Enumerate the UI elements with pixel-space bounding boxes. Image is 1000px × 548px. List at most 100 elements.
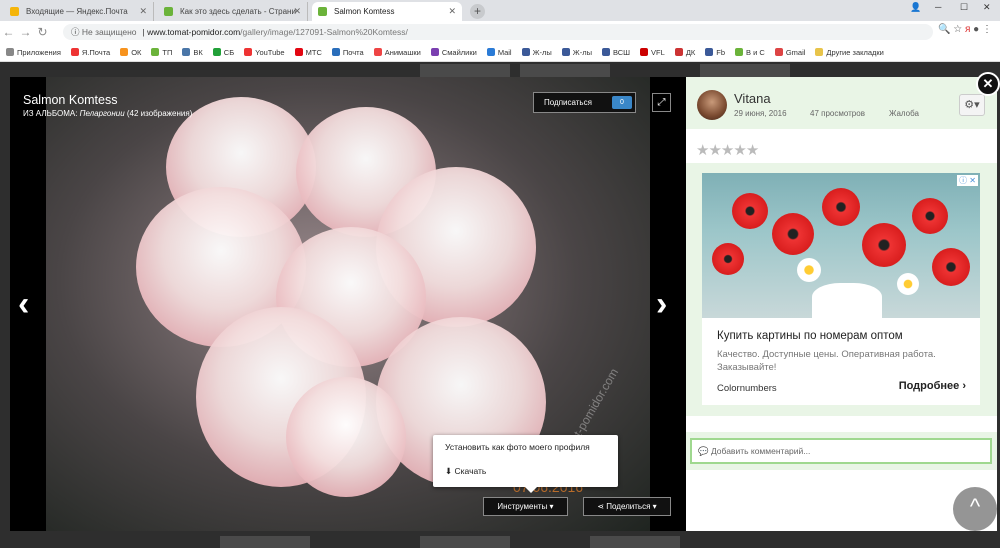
- bookmark-icon: [6, 48, 14, 56]
- address-actions: 🔍 ☆ я ● ⋮: [938, 24, 992, 35]
- caret-down-icon: ▾: [652, 502, 657, 511]
- album-link[interactable]: Пеларгонии: [80, 109, 125, 118]
- ad-title[interactable]: Купить картины по номерам оптом: [717, 330, 903, 342]
- bookmark-icon: [244, 48, 253, 56]
- bookmark-icon: [294, 48, 303, 56]
- report-link[interactable]: Жалоба: [889, 109, 919, 118]
- minimize-button[interactable]: ─: [935, 2, 941, 12]
- star-icon[interactable]: ★: [708, 142, 721, 159]
- ad-more-button[interactable]: Подробнее ›: [899, 380, 966, 392]
- close-tab-icon[interactable]: ✕: [448, 2, 456, 21]
- next-arrow-icon[interactable]: ›: [656, 287, 667, 321]
- tools-button[interactable]: Инструменты ▾: [483, 497, 568, 516]
- new-tab-button[interactable]: +: [470, 4, 485, 19]
- bookmark-icon: [705, 48, 714, 56]
- star-icon[interactable]: ★: [696, 142, 709, 159]
- tab-salmon-komtess[interactable]: Salmon Komtess ✕: [312, 2, 462, 21]
- forward-icon[interactable]: →: [17, 25, 34, 39]
- bookmark-icon: [331, 48, 340, 56]
- bookmark-item[interactable]: Mail: [486, 48, 512, 57]
- bookmark-item[interactable]: Ж-лы: [561, 48, 592, 57]
- menu-icon[interactable]: ⋮: [982, 24, 992, 35]
- bookmark-icon: [602, 48, 610, 56]
- bookmark-item[interactable]: Анимашки: [373, 48, 421, 57]
- share-button[interactable]: ⋖ Поделиться ▾: [583, 497, 671, 516]
- bookmark-item[interactable]: VFL: [640, 48, 665, 57]
- user-icon[interactable]: 👤: [910, 2, 921, 13]
- caret-down-icon: ▾: [549, 502, 554, 511]
- bookmark-item[interactable]: Приложения: [6, 48, 61, 57]
- bookmark-icon: [640, 48, 649, 56]
- bookmark-item[interactable]: ТП: [151, 48, 172, 57]
- ad-container: ⓘ ✕ Купить картины по номерам оптом Каче…: [686, 163, 997, 416]
- share-icon: ⋖: [597, 502, 607, 511]
- browser-window: Входящие — Яндекс.Почта ✕ Как это здесь с…: [0, 0, 1000, 548]
- bookmark-item[interactable]: Fb: [705, 48, 725, 57]
- zoom-icon[interactable]: 🔍: [938, 24, 950, 35]
- ad-info-icon[interactable]: ⓘ ✕: [957, 175, 978, 186]
- star-icon[interactable]: ☆: [953, 24, 962, 35]
- info-panel: Vitana 29 июня, 2016 47 просмотров Жалоб…: [686, 77, 997, 531]
- bookmark-item[interactable]: Другие закладки: [815, 48, 884, 57]
- download-item[interactable]: ⬇ Скачать: [433, 459, 618, 483]
- bookmark-item[interactable]: YouTube: [244, 48, 285, 57]
- close-tab-icon[interactable]: ✕: [139, 2, 147, 21]
- bookmark-item[interactable]: ОК: [120, 48, 141, 57]
- fullscreen-icon[interactable]: ⤢: [652, 93, 671, 112]
- ad-image[interactable]: ⓘ ✕: [702, 173, 980, 318]
- comment-input[interactable]: 💬 Добавить комментарий...: [690, 438, 992, 464]
- site-icon: [164, 7, 173, 16]
- bookmark-item[interactable]: ВК: [182, 48, 203, 57]
- profile-icon[interactable]: ●: [973, 24, 979, 35]
- bookmark-item[interactable]: Ж-лы: [521, 48, 552, 57]
- subscribe-button[interactable]: Подписаться 0: [533, 92, 636, 113]
- set-profile-photo-item[interactable]: Установить как фото моего профиля: [433, 435, 618, 459]
- reload-icon[interactable]: ↻: [34, 25, 51, 39]
- star-icon[interactable]: ★: [733, 142, 746, 159]
- ad-description: Качество. Доступные цены. Оперативная ра…: [717, 349, 936, 373]
- bookmark-icon: [774, 48, 783, 56]
- gear-icon[interactable]: ⚙▾: [959, 94, 985, 116]
- comment-area: 💬 Добавить комментарий...: [686, 432, 997, 470]
- bookmark-icon: [561, 48, 570, 56]
- bookmark-item[interactable]: ВСШ: [602, 48, 630, 57]
- bookmark-item[interactable]: СБ: [212, 48, 234, 57]
- ad-card[interactable]: ⓘ ✕ Купить картины по номерам оптом Каче…: [702, 173, 980, 405]
- bookmark-item[interactable]: Почта: [331, 48, 364, 57]
- bookmark-item[interactable]: ДК: [674, 48, 695, 57]
- bookmark-item[interactable]: МТС: [294, 48, 322, 57]
- close-tab-icon[interactable]: ✕: [293, 2, 301, 21]
- bookmark-icon: [486, 48, 495, 56]
- bookmark-item[interactable]: Gmail: [774, 48, 805, 57]
- close-viewer-button[interactable]: ✕: [976, 72, 1000, 96]
- back-icon[interactable]: ←: [0, 25, 17, 39]
- chevron-right-icon: ›: [962, 380, 966, 392]
- tab-forum[interactable]: Как это здесь сделать - Страни ✕: [158, 2, 308, 21]
- url-input[interactable]: ⓘ Не защищено | www.tomat-pomidor.com/gal…: [63, 24, 933, 40]
- mail-icon: [10, 7, 19, 16]
- bookmark-item[interactable]: Смайлики: [430, 48, 477, 57]
- tab-yandex-mail[interactable]: Входящие — Яндекс.Почта ✕: [4, 2, 154, 21]
- bookmark-icon: [735, 48, 744, 56]
- rating-stars[interactable]: ★★★★★: [696, 141, 759, 159]
- bookmark-item[interactable]: Я.Почта: [70, 48, 110, 57]
- bookmark-item[interactable]: В и С: [735, 48, 765, 57]
- star-icon[interactable]: ★: [721, 142, 734, 159]
- scroll-top-button[interactable]: ^: [953, 487, 997, 531]
- bookmark-icon: [430, 48, 439, 56]
- prev-arrow-icon[interactable]: ‹: [18, 287, 29, 321]
- bookmark-icon: [182, 48, 191, 56]
- maximize-button[interactable]: ☐: [960, 2, 968, 13]
- bookmarks-bar: Приложения Я.Почта ОК ТП ВК СБ YouTube МТС Почта…: [0, 43, 1000, 62]
- extension-icon[interactable]: я: [965, 24, 970, 35]
- info-icon[interactable]: ⓘ: [71, 27, 82, 37]
- tools-menu: Установить как фото моего профиля ⬇ Скач…: [433, 435, 618, 493]
- author-name[interactable]: Vitana: [734, 91, 771, 106]
- album-info: ИЗ АЛЬБОМА: Пеларгонии (42 изображения): [23, 109, 193, 118]
- bookmark-icon: [521, 48, 530, 56]
- bookmark-icon: [120, 48, 129, 56]
- star-icon[interactable]: ★: [746, 142, 759, 159]
- close-window-button[interactable]: ✕: [983, 2, 991, 13]
- bookmark-icon: [212, 48, 221, 56]
- avatar[interactable]: [697, 90, 727, 120]
